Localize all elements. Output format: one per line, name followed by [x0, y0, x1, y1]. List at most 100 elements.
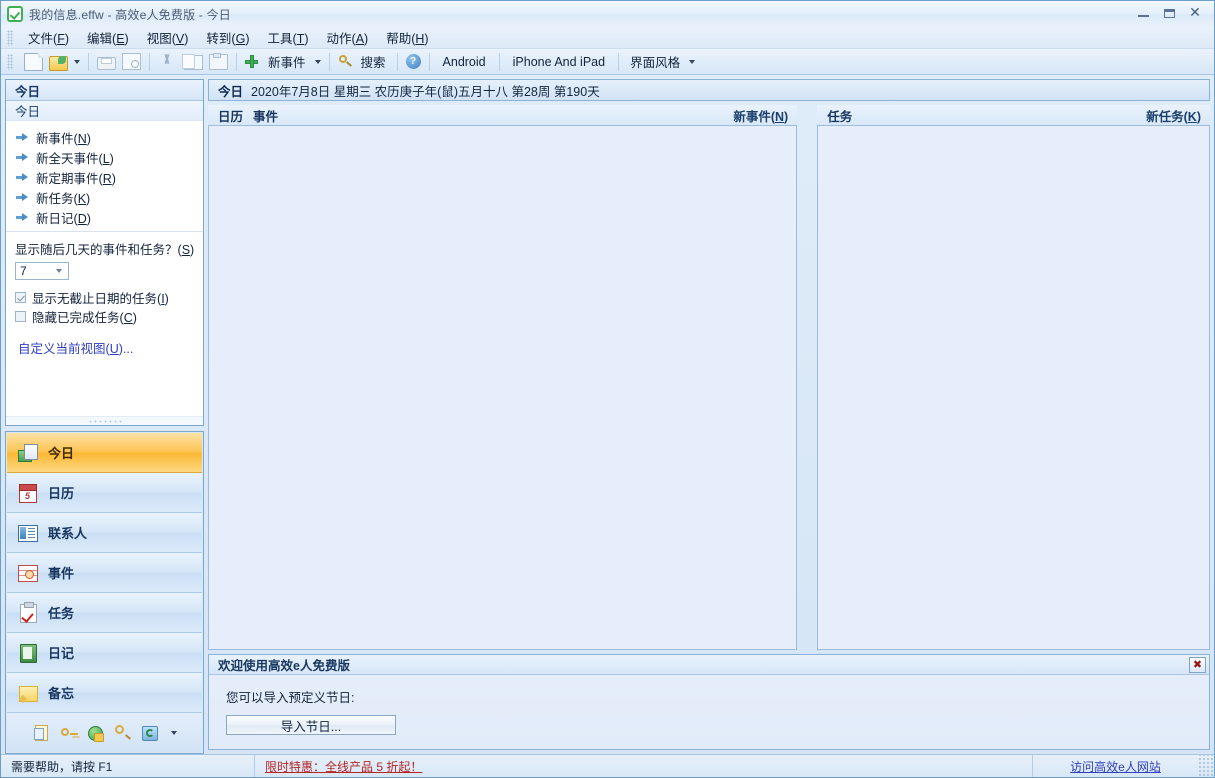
- skin-button[interactable]: 界面风格: [624, 51, 698, 73]
- action-new-event[interactable]: 新事件(N): [6, 127, 203, 147]
- sync-icon[interactable]: [141, 724, 158, 741]
- new-document-icon: [24, 53, 43, 71]
- printer-icon: [97, 57, 116, 70]
- nav-button-contacts[interactable]: 联系人: [7, 513, 202, 553]
- contacts-icon: [17, 522, 39, 544]
- pane-splitter[interactable]: [6, 416, 203, 425]
- cut-button[interactable]: [155, 51, 178, 73]
- diary-icon: [17, 642, 39, 664]
- menu-edit[interactable]: 编辑(E): [78, 26, 138, 49]
- print-button[interactable]: [94, 51, 119, 73]
- days-combo-value: 7: [20, 264, 56, 278]
- tasks-panel-body[interactable]: [817, 125, 1210, 650]
- new-task-link-accel: K: [1188, 110, 1197, 124]
- days-option-label: 显示随后几天的事件和任务？(S): [15, 239, 203, 258]
- hide-completed-row[interactable]: 隐藏已完成任务(C): [15, 307, 203, 326]
- menu-goto-accel: G: [236, 32, 246, 46]
- hide-completed-checkbox[interactable]: [15, 311, 26, 322]
- chevron-down-icon[interactable]: [171, 731, 177, 735]
- toolbar: 新事件 搜索 ? Android iPhone And iPad 界面风格: [1, 49, 1214, 75]
- nav-button-calendar[interactable]: 日历: [7, 473, 202, 513]
- nav-button-events[interactable]: 事件: [7, 553, 202, 593]
- action-new-allday-event[interactable]: 新全天事件(L): [6, 147, 203, 167]
- menu-tools[interactable]: 工具(T): [259, 26, 318, 49]
- open-file-button[interactable]: [46, 51, 83, 73]
- tasks-panel-title: 任务: [827, 106, 852, 125]
- website-link[interactable]: 访问高效e人网站: [1070, 758, 1161, 775]
- customize-view-accel: U: [110, 342, 119, 356]
- paste-button[interactable]: [206, 51, 231, 73]
- nav-button-today[interactable]: 今日: [7, 433, 202, 473]
- chevron-down-icon: [315, 60, 321, 64]
- tasks-panel: 任务 新任务(K): [817, 105, 1210, 650]
- task-icon: [17, 602, 39, 624]
- arrow-right-icon: [16, 213, 29, 222]
- nav-button-notes[interactable]: 备忘: [7, 673, 202, 713]
- toolbar-separator: [499, 53, 500, 71]
- customize-view-link[interactable]: 自定义当前视图(U)...: [18, 342, 133, 356]
- days-combo[interactable]: 7: [15, 262, 69, 280]
- show-no-due-date-accel: I: [161, 292, 164, 306]
- menu-edit-accel: E: [116, 32, 124, 46]
- calendar-panel-body[interactable]: [208, 125, 797, 650]
- nav-button-diary[interactable]: 日记: [7, 633, 202, 673]
- maximize-button[interactable]: [1156, 3, 1182, 23]
- import-holidays-button[interactable]: 导入节日...: [226, 715, 396, 735]
- iphone-ipad-button[interactable]: iPhone And iPad: [505, 51, 613, 73]
- calendar-events-panel: 日历 事件 新事件(N): [208, 105, 797, 650]
- action-new-allday-event-label: 新全天事件: [36, 152, 99, 166]
- print-preview-button[interactable]: [119, 51, 144, 73]
- menu-grip[interactable]: [7, 30, 13, 46]
- arrow-right-icon: [16, 193, 29, 202]
- navpane-caption: 今日: [6, 80, 203, 101]
- key-icon[interactable]: [60, 724, 77, 741]
- globe-lock-icon[interactable]: [87, 724, 104, 741]
- resize-grip[interactable]: [1198, 755, 1214, 777]
- menu-actions[interactable]: 动作(A): [318, 26, 378, 49]
- menu-goto[interactable]: 转到(G): [197, 26, 258, 49]
- new-event-link[interactable]: 新事件(N): [733, 106, 788, 125]
- android-button[interactable]: Android: [435, 51, 494, 73]
- new-event-button[interactable]: 新事件: [242, 51, 324, 73]
- minimize-button[interactable]: [1130, 3, 1156, 23]
- scissors-icon: [158, 53, 175, 70]
- toolbar-grip[interactable]: [7, 54, 13, 70]
- search-button[interactable]: 搜索: [335, 51, 392, 73]
- new-task-link-label: 新任务: [1146, 110, 1184, 124]
- help-button[interactable]: ?: [403, 51, 424, 73]
- show-no-due-date-checkbox[interactable]: [15, 292, 26, 303]
- nav-button-notes-label: 备忘: [48, 683, 74, 702]
- minimize-icon: [1138, 15, 1149, 17]
- copy-button[interactable]: [178, 51, 206, 73]
- nav-button-tasks[interactable]: 任务: [7, 593, 202, 633]
- action-new-recurring-event[interactable]: 新定期事件(R): [6, 167, 203, 187]
- navpane-group-header: 今日: [6, 101, 203, 121]
- show-no-due-date-row[interactable]: 显示无截止日期的任务(I): [15, 288, 203, 307]
- menu-actions-accel: A: [356, 32, 364, 46]
- clipboard-icon[interactable]: [33, 724, 50, 741]
- menu-file[interactable]: 文件(F): [19, 26, 78, 49]
- new-event-link-label: 新事件: [733, 110, 771, 124]
- menu-help[interactable]: 帮助(H): [377, 26, 437, 49]
- welcome-close-button[interactable]: ✖: [1189, 657, 1206, 673]
- status-help-cell: 需要帮助，请按 F1: [1, 755, 255, 777]
- window-title: 我的信息.effw - 高效e人免费版 - 今日: [29, 6, 231, 23]
- status-promo-cell: 限时特惠：全线产品 5 折起！: [255, 755, 1033, 777]
- magnifier-icon[interactable]: [114, 724, 131, 741]
- menu-view-accel: V: [176, 32, 184, 46]
- new-event-link-accel: N: [775, 110, 784, 124]
- nav-button-tasks-label: 任务: [48, 603, 74, 622]
- close-button[interactable]: ✕: [1182, 3, 1208, 23]
- promo-link[interactable]: 限时特惠：全线产品 5 折起！: [265, 758, 422, 775]
- welcome-panel: 欢迎使用高效e人免费版 ✖ 您可以导入预定义节日: 导入节日...: [208, 654, 1210, 750]
- action-new-diary[interactable]: 新日记(D): [6, 207, 203, 227]
- new-file-button[interactable]: [19, 51, 46, 73]
- action-new-recurring-event-accel: R: [103, 172, 112, 186]
- arrow-right-icon: [16, 173, 29, 182]
- new-task-link[interactable]: 新任务(K): [1146, 106, 1201, 125]
- toolbar-separator: [149, 53, 150, 71]
- menu-view[interactable]: 视图(V): [138, 26, 198, 49]
- window-controls: ✕: [1130, 3, 1208, 23]
- action-new-task[interactable]: 新任务(K): [6, 187, 203, 207]
- tasks-panel-header: 任务 新任务(K): [817, 105, 1210, 125]
